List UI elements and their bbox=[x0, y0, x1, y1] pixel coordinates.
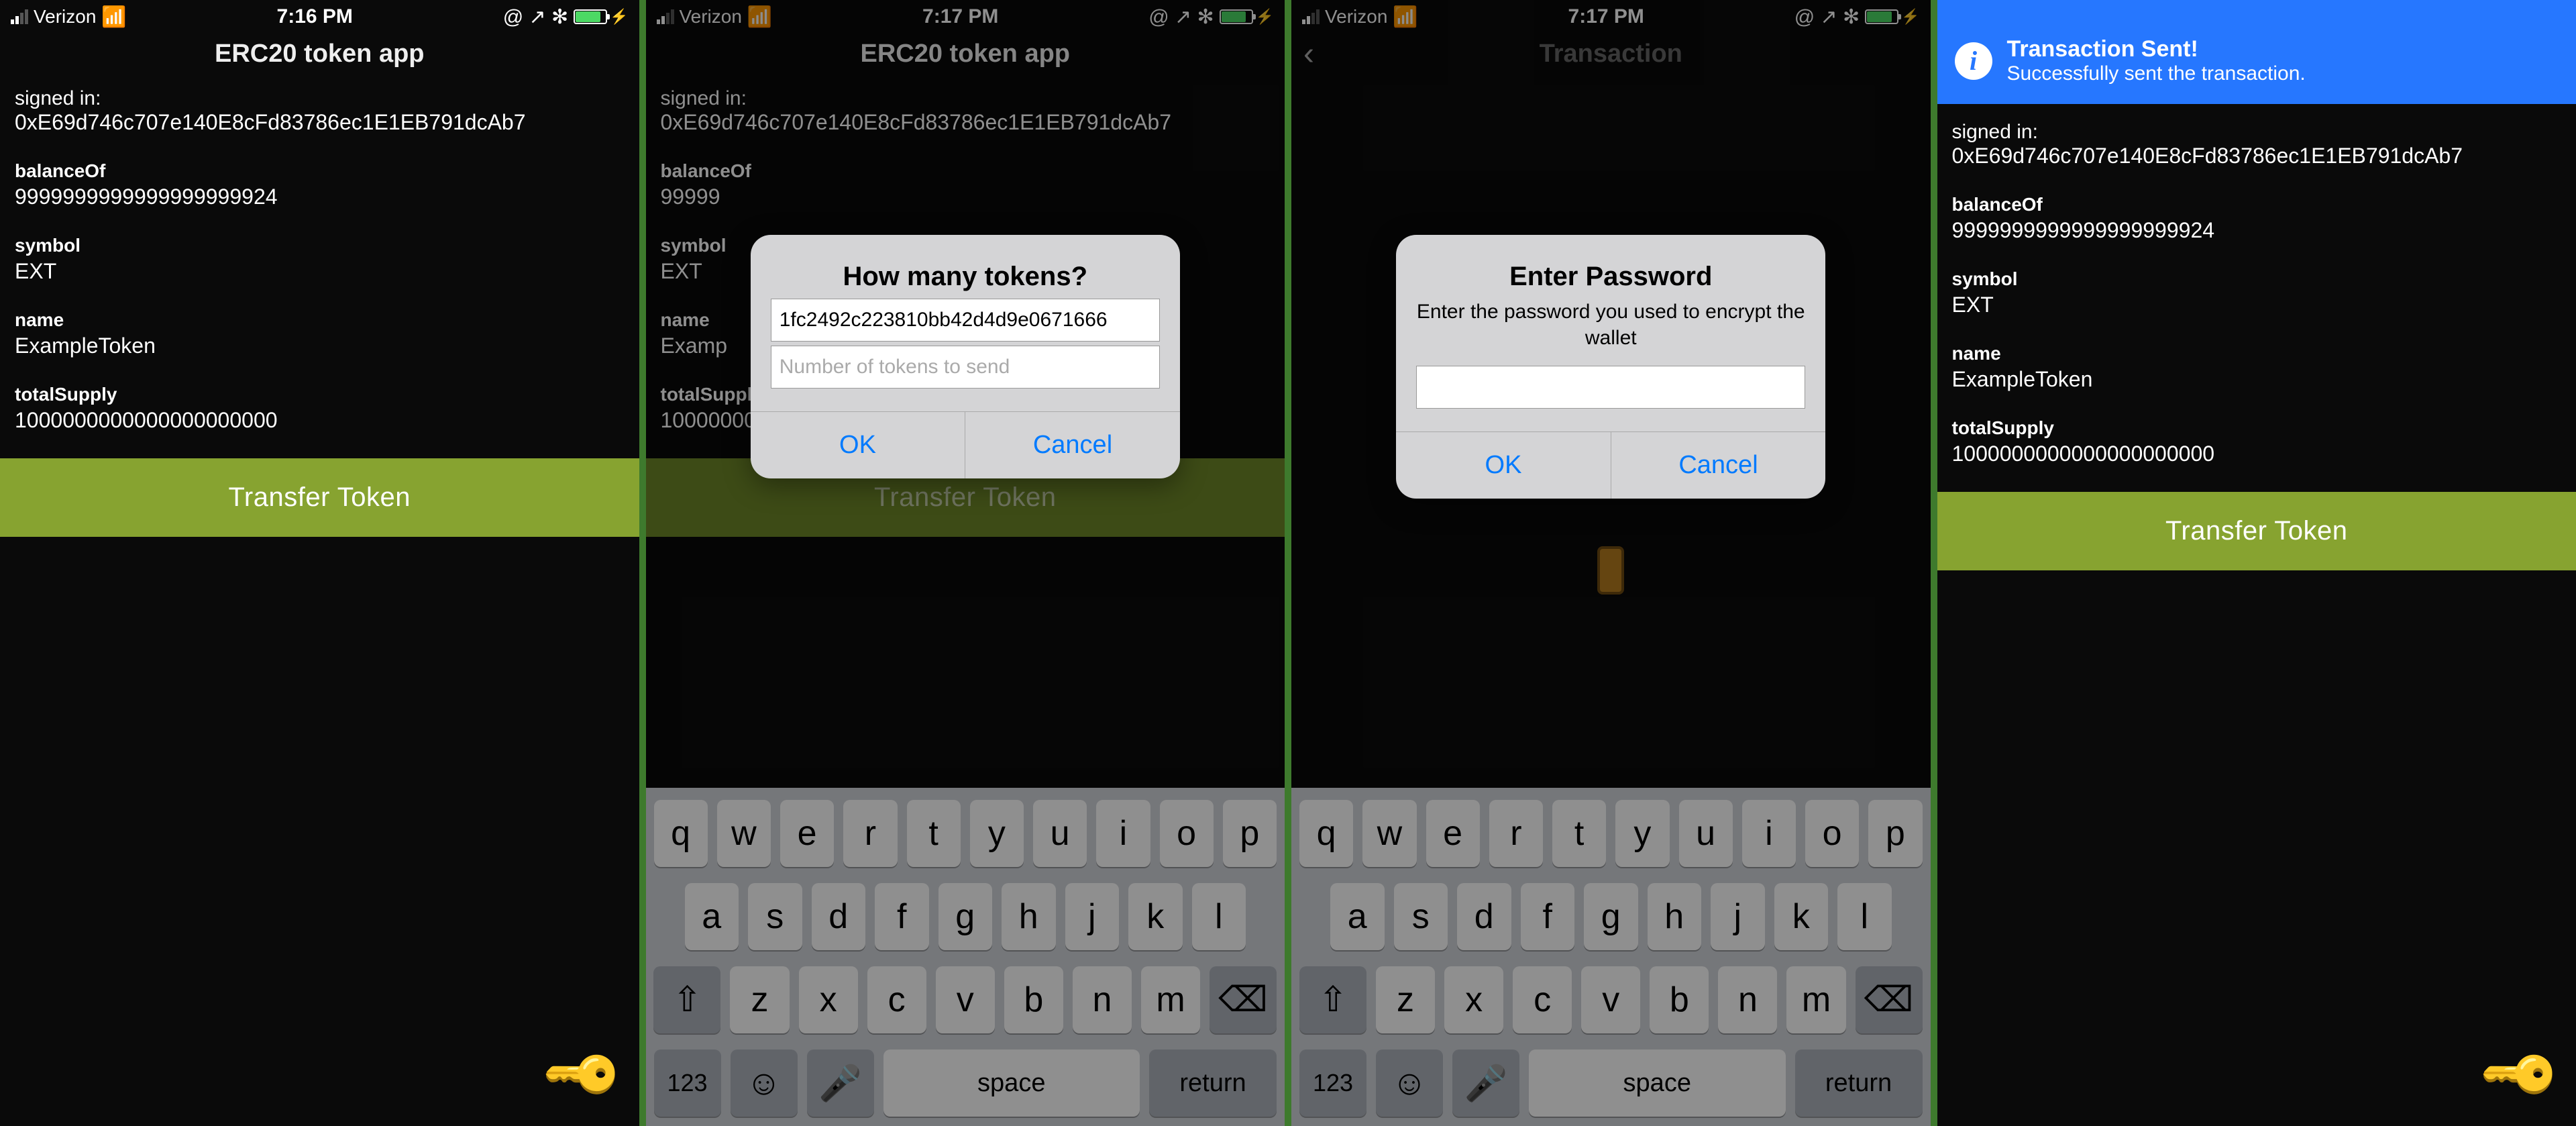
carrier-label: Verizon bbox=[34, 6, 96, 28]
field-balanceOf: balanceOf 9999999999999999999924 bbox=[15, 160, 625, 209]
main-content: signed in: 0xE69d746c707e140E8cFd83786ec… bbox=[0, 74, 639, 446]
signal-bars-icon bbox=[11, 9, 28, 24]
page-title: ERC20 token app bbox=[215, 40, 425, 68]
signed-in-block: signed in: 0xE69d746c707e140E8cFd83786ec… bbox=[1952, 121, 2562, 168]
info-icon: i bbox=[1955, 42, 1992, 80]
field-symbol: symbol EXT bbox=[15, 235, 625, 284]
password-input[interactable] bbox=[1416, 366, 1805, 409]
screenshot-1: Verizon 📶 7:16 PM @ ↗ ✻ ⚡ ERC20 token ap… bbox=[0, 0, 639, 1126]
notification-banner[interactable]: i Transaction Sent! Successfully sent th… bbox=[1937, 0, 2576, 104]
banner-subtitle: Successfully sent the transaction. bbox=[2007, 62, 2306, 85]
signed-in-label: signed in: bbox=[15, 87, 625, 110]
nav-bar: ERC20 token app bbox=[0, 34, 639, 74]
status-bar: Verizon 📶 7:16 PM @ ↗ ✻ ⚡ bbox=[0, 0, 639, 34]
wifi-icon: 📶 bbox=[101, 5, 126, 29]
ok-button[interactable]: OK bbox=[751, 412, 965, 478]
field-symbol: symbol EXT bbox=[1952, 268, 2562, 317]
key-fab-icon[interactable]: 🔑 bbox=[539, 1030, 629, 1120]
screenshot-2: Verizon 📶 7:17 PM @ ↗ ✻ ⚡ ERC20 token ap… bbox=[646, 0, 1285, 1126]
key-fab-icon[interactable]: 🔑 bbox=[2476, 1030, 2566, 1120]
screenshot-3: Verizon 📶 7:17 PM @ ↗ ✻ ⚡ ‹ Transaction … bbox=[1291, 0, 1931, 1126]
field-totalSupply: totalSupply 1000000000000000000000 bbox=[15, 384, 625, 433]
transfer-token-button[interactable]: Transfer Token bbox=[0, 458, 639, 537]
cancel-button[interactable]: Cancel bbox=[965, 412, 1180, 478]
recipient-address-input[interactable] bbox=[771, 299, 1160, 342]
main-content: signed in: 0xE69d746c707e140E8cFd83786ec… bbox=[1937, 107, 2576, 480]
modal-overlay: How many tokens? OK Cancel bbox=[646, 0, 1285, 1126]
battery-icon: ⚡ bbox=[574, 8, 628, 25]
dialog-title: How many tokens? bbox=[771, 262, 1160, 292]
password-dialog: Enter Password Enter the password you us… bbox=[1396, 235, 1825, 499]
token-amount-input[interactable] bbox=[771, 346, 1160, 389]
ok-button[interactable]: OK bbox=[1396, 432, 1611, 499]
field-name: name ExampleToken bbox=[15, 309, 625, 358]
dialog-title: Enter Password bbox=[1416, 262, 1805, 292]
dialog-message: Enter the password you used to encrypt t… bbox=[1416, 299, 1805, 351]
signed-in-label: signed in: bbox=[1952, 121, 2562, 144]
transfer-token-button[interactable]: Transfer Token bbox=[1937, 492, 2576, 570]
clock: 7:16 PM bbox=[277, 5, 353, 28]
status-glyphs: @ ↗ ✻ bbox=[503, 5, 568, 29]
signed-in-block: signed in: 0xE69d746c707e140E8cFd83786ec… bbox=[15, 87, 625, 135]
tokens-dialog: How many tokens? OK Cancel bbox=[751, 235, 1180, 478]
field-name: name ExampleToken bbox=[1952, 343, 2562, 392]
modal-overlay: Enter Password Enter the password you us… bbox=[1291, 0, 1931, 1126]
field-balanceOf: balanceOf 9999999999999999999924 bbox=[1952, 194, 2562, 243]
wallet-address: 0xE69d746c707e140E8cFd83786ec1E1EB791dcA… bbox=[15, 110, 625, 135]
banner-title: Transaction Sent! bbox=[2007, 36, 2306, 62]
screenshot-4: Verizon 📶 7:17 PM @ ↗ ✻ ⚡ i Transaction … bbox=[1937, 0, 2576, 1126]
wallet-address: 0xE69d746c707e140E8cFd83786ec1E1EB791dcA… bbox=[1952, 144, 2562, 168]
field-totalSupply: totalSupply 1000000000000000000000 bbox=[1952, 417, 2562, 466]
cancel-button[interactable]: Cancel bbox=[1611, 432, 1826, 499]
